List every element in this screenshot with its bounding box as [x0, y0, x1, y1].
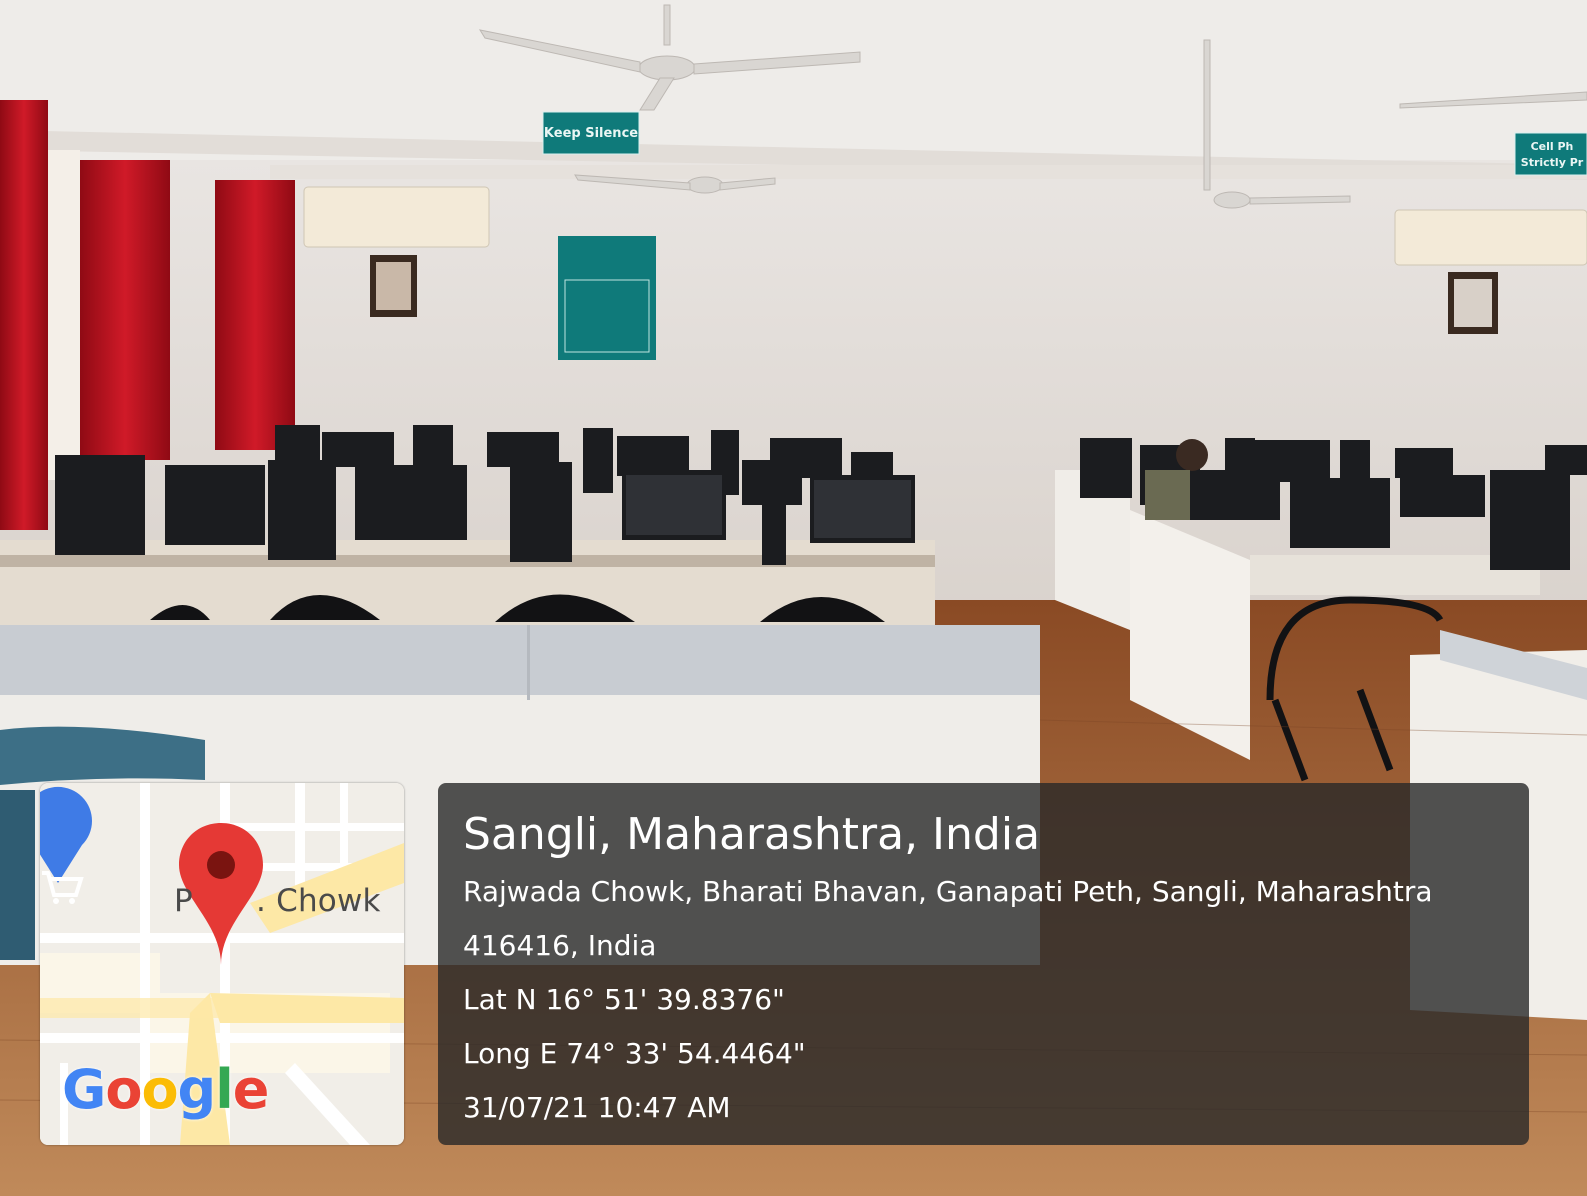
google-logo: Google [62, 1058, 269, 1121]
map-thumbnail[interactable]: P . Chowk Google [40, 783, 404, 1145]
latitude: Lat N 16° 51' 39.8376" [463, 983, 785, 1016]
location-info-panel: Sangli, Maharashtra, India Rajwada Chowk… [438, 783, 1529, 1145]
map-place-label: . Chowk [256, 883, 381, 919]
location-title: Sangli, Maharashtra, India [463, 809, 1041, 860]
map-place-prefix: P [174, 883, 193, 919]
address-line-1: Rajwada Chowk, Bharati Bhavan, Ganapati … [463, 875, 1433, 908]
cell-phone-sign: Cell Ph [1531, 140, 1574, 153]
timestamp: 31/07/21 10:47 AM [463, 1091, 731, 1124]
strictly-sign: Strictly Pr [1521, 156, 1584, 169]
address-line-2: 416416, India [463, 929, 657, 962]
keep-silence-sign: Keep Silence [544, 126, 638, 141]
longitude: Long E 74° 33' 54.4464" [463, 1037, 806, 1070]
